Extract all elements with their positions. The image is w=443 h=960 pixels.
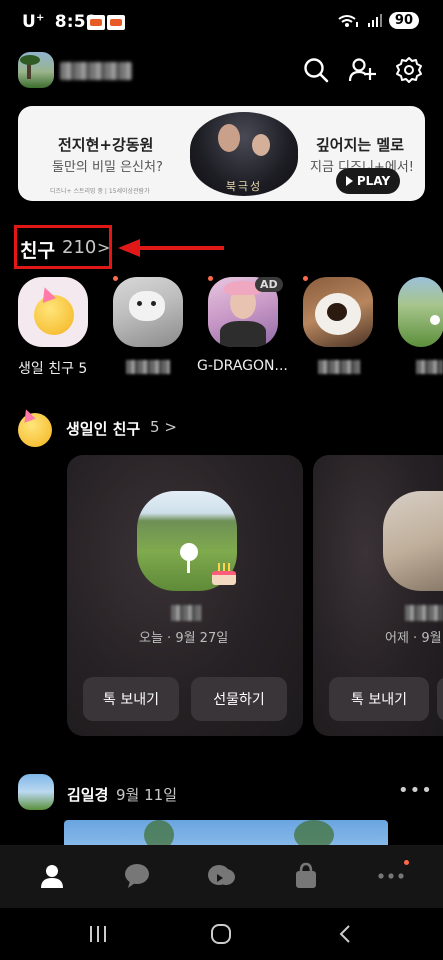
story-label: 생일 친구 5 (18, 361, 88, 377)
birthday-card[interactable]: 오늘 · 9월 27일 톡 보내기 선물하기 (67, 455, 303, 736)
friend-photo (383, 491, 443, 591)
settings-icon[interactable] (395, 56, 423, 84)
friends-section-header[interactable]: 친구 210 > (14, 225, 112, 269)
red-arrow-annotation (118, 239, 224, 257)
ad-banner[interactable]: 전지현+강동원 둘만의 비밀 은신처? 디즈니+ 스트리밍 중 | 15세이상관… (18, 106, 425, 201)
banner-poster-image: 북극성 (190, 112, 298, 196)
friends-tab-icon[interactable] (37, 861, 67, 891)
story-label-blurred (416, 360, 443, 374)
new-story-dot (113, 276, 118, 281)
banner-right-title: 깊어지는 멜로 (316, 136, 405, 154)
chevron-right-icon: > (97, 238, 111, 257)
story-label-blurred (126, 360, 170, 374)
chat-tab-icon[interactable] (122, 861, 152, 891)
story-friend-4[interactable] (303, 277, 373, 347)
birthday-date: 오늘 · 9월 27일 (139, 631, 229, 646)
more-tab-icon[interactable] (376, 861, 406, 891)
back-icon[interactable] (334, 922, 358, 946)
send-gift-button[interactable]: 선물하기 (191, 677, 287, 721)
story-friend-5[interactable] (398, 277, 443, 347)
chevron-right-icon: > (164, 418, 177, 436)
birthday-card[interactable]: 어제 · 9월 톡 보내기 (313, 455, 443, 736)
ad-badge: AD (255, 277, 283, 292)
feed-author-name[interactable]: 김일경 (67, 784, 108, 805)
add-friend-icon[interactable] (348, 56, 376, 84)
battery-indicator: 90 (388, 12, 419, 29)
shopping-tab-icon[interactable] (291, 861, 321, 891)
banner-left-subtitle: 둘만의 비밀 은신처? (52, 160, 163, 175)
notification-icon (107, 15, 125, 30)
signal-icon (367, 13, 382, 27)
feed-author-avatar[interactable] (18, 774, 54, 810)
story-label: G-DRAGON... (197, 358, 288, 374)
cake-icon (212, 561, 236, 585)
send-gift-button-partial[interactable] (437, 677, 443, 721)
notification-icon (87, 15, 105, 30)
friends-count: 210 (62, 237, 97, 258)
new-badge-dot (404, 860, 409, 865)
bottom-tab-bar (0, 845, 443, 908)
play-button[interactable]: PLAY (336, 168, 400, 194)
search-icon[interactable] (302, 56, 330, 84)
play-icon (345, 176, 353, 186)
birthday-date: 어제 · 9월 (385, 631, 442, 646)
feed-date: 9월 11일 (116, 786, 177, 804)
story-label-blurred (318, 360, 360, 374)
new-story-dot (303, 276, 308, 281)
banner-left-title: 전지현+강동원 (58, 136, 154, 154)
my-profile-name-blurred[interactable] (60, 62, 132, 80)
friend-name-blurred (171, 605, 201, 621)
friends-title: 친구 (20, 240, 55, 262)
wifi-icon (338, 14, 358, 27)
openchat-tab-icon[interactable] (206, 861, 236, 891)
header (0, 48, 443, 92)
system-navigation-bar (0, 908, 443, 960)
send-talk-button[interactable]: 톡 보내기 (329, 677, 429, 721)
poster-title: 북극성 (225, 180, 263, 193)
banner-footnote: 디즈니+ 스트리밍 중 | 15세이상관람가 (50, 188, 150, 195)
more-options-icon[interactable]: ••• (398, 780, 433, 801)
recent-apps-icon[interactable] (86, 922, 110, 946)
birthday-count[interactable]: 5 > (150, 418, 177, 436)
friend-name-blurred (405, 605, 443, 621)
birthday-section-title[interactable]: 생일인 친구 (66, 418, 140, 439)
status-bar: U+ 8:59 90 (0, 0, 443, 44)
home-icon[interactable] (209, 922, 233, 946)
my-profile-avatar[interactable] (18, 52, 54, 88)
new-story-dot (208, 276, 213, 281)
story-friend-2[interactable] (113, 277, 183, 347)
birthday-emoji-icon (18, 407, 56, 447)
send-talk-button[interactable]: 톡 보내기 (83, 677, 179, 721)
story-birthday-friends[interactable] (18, 277, 88, 347)
